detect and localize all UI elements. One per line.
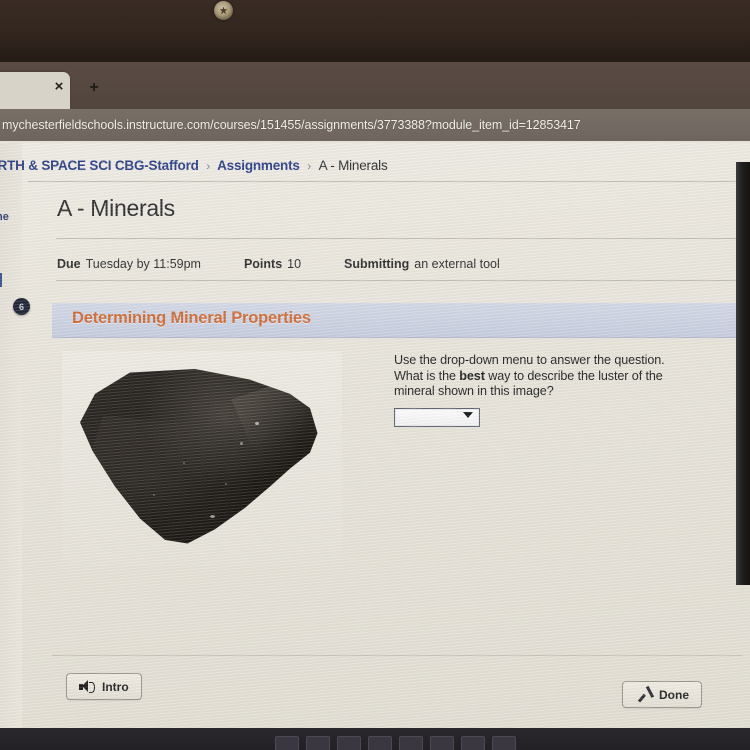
mineral-image [62,351,342,566]
keyboard-keys [275,736,516,750]
question-text-line2: What is the best way to describe the lus… [394,369,694,385]
browser-chrome-bar [0,62,750,109]
breadcrumb-assignments[interactable]: Assignments [217,158,300,173]
speaker-icon [79,680,95,693]
url-text: mychesterfieldschools.instructure.com/co… [2,118,581,132]
points-label: Points [243,257,283,271]
laptop-photo: × + mychesterfieldschools.instructure.co… [0,0,750,750]
check-icon [635,688,651,701]
chevron-down-icon [463,411,473,418]
divider [56,280,750,281]
submitting-label: Submitting [344,257,410,271]
keyboard-key [430,736,454,750]
keyboard-key [337,736,361,750]
question-text-pre: What is the [394,368,460,383]
screen-bezel-right [736,162,750,585]
breadcrumb-separator: › [307,159,312,173]
intro-button[interactable]: Intro [66,673,142,700]
assignment-meta: Due Tuesday by 11:59pm Points 10 Submittin… [57,257,500,271]
address-bar[interactable]: mychesterfieldschools.instructure.com/co… [0,109,750,143]
question-text-post: way to describe the luster of the [484,368,663,383]
due-value: Tuesday by 11:59pm [85,257,201,271]
breadcrumb-current: A - Minerals [318,158,388,173]
keyboard-key [306,736,330,750]
sidebar-item-label: ne [0,211,9,223]
breadcrumb-separator: › [206,159,211,173]
page-title: A - Minerals [57,195,175,221]
notification-badge[interactable]: 6 [13,298,30,315]
laptop-bezel-top [0,0,750,62]
question-instruction: Use the drop-down menu to answer the que… [394,353,665,367]
webcam-icon [214,1,233,20]
divider [28,181,750,182]
question-block: Use the drop-down menu to answer the que… [394,353,694,427]
breadcrumb-course[interactable]: ARTH & SPACE SCI CBG-Stafford [0,158,199,173]
keyboard-key [368,736,392,750]
submitting-value: an external tool [414,257,500,271]
keyboard-key [492,736,516,750]
intro-button-label: Intro [102,679,129,694]
question-emphasis: best [459,368,485,383]
canvas-page: ne 6 ARTH & SPACE SCI CBG-Stafford › Ass… [0,143,750,728]
close-icon[interactable]: × [50,78,68,96]
luster-dropdown[interactable] [394,407,480,427]
due-label: Due [57,257,81,271]
keyboard-key [399,736,423,750]
external-tool-panel: Determining Mineral Properties Use the d [52,303,742,708]
done-button-label: Done [659,687,689,702]
sidebar-sliver [0,143,22,728]
done-button[interactable]: Done [622,681,702,708]
plus-icon[interactable]: + [85,79,103,97]
question-text-line3: mineral shown in this image? [394,384,554,398]
divider [56,238,750,239]
breadcrumb: ARTH & SPACE SCI CBG-Stafford › Assignme… [0,158,388,173]
keyboard-key [275,736,299,750]
tool-heading: Determining Mineral Properties [72,309,311,327]
keyboard-key [461,736,485,750]
sidebar-active-marker [0,273,2,287]
points-value: 10 [287,257,302,271]
divider [52,655,742,656]
